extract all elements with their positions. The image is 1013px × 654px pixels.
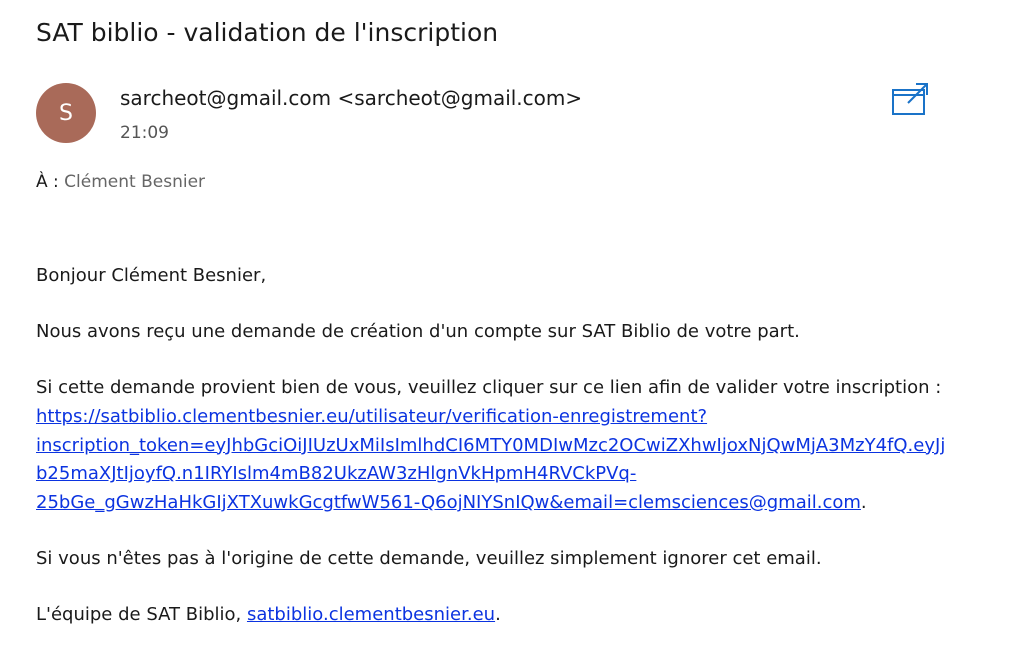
instruction-text: Si cette demande provient bien de vous, … — [36, 377, 942, 399]
verification-link-line-3: b25maXJtIjoyfQ.n1IRYIslm4mB82UkzAW3zHlgn… — [36, 463, 637, 485]
email-subject: SAT biblio - validation de l'inscription — [36, 18, 499, 47]
verification-link[interactable]: https://satbiblio.clementbesnier.eu/util… — [36, 403, 981, 513]
verification-link-line-2: inscription_token=eyJhbGciOiJIUzUxMiIsIm… — [36, 434, 946, 456]
to-label: À : — [36, 172, 59, 192]
email-reading-pane: SAT biblio - validation de l'inscription… — [0, 0, 1013, 654]
signature-period: . — [495, 604, 501, 626]
avatar-letter: S — [59, 100, 73, 126]
sender-avatar[interactable]: S — [36, 83, 96, 143]
greeting: Bonjour Clément Besnier, — [36, 265, 267, 286]
sender-address[interactable]: sarcheot@gmail.com <sarcheot@gmail.com> — [120, 86, 582, 110]
ignore-paragraph: Si vous n'êtes pas à l'origine de cette … — [36, 548, 822, 570]
signature: L'équipe de SAT Biblio, satbiblio.clemen… — [36, 601, 981, 630]
request-paragraph: Nous avons reçu une demande de création … — [36, 321, 800, 343]
signature-link[interactable]: satbiblio.clementbesnier.eu — [247, 604, 495, 625]
verification-link-line-1: https://satbiblio.clementbesnier.eu/util… — [36, 405, 708, 427]
open-in-new-window-icon — [892, 83, 928, 115]
email-body: Bonjour Clément Besnier, Nous avons reçu… — [36, 262, 981, 654]
recipients-line: À : Clément Besnier — [36, 172, 205, 192]
link-trailing-period: . — [860, 492, 867, 513]
signature-text: L'équipe de SAT Biblio, — [36, 604, 247, 626]
open-in-new-window-button[interactable] — [890, 82, 930, 118]
received-time: 21:09 — [120, 123, 169, 143]
instruction-paragraph: Si cette demande provient bien de vous, … — [36, 374, 981, 518]
verification-link-line-4: 25bGe_gGwzHaHkGIjXTXuwkGcgtfwW561-Q6ojNI… — [36, 492, 861, 513]
recipient-name[interactable]: Clément Besnier — [64, 172, 205, 192]
